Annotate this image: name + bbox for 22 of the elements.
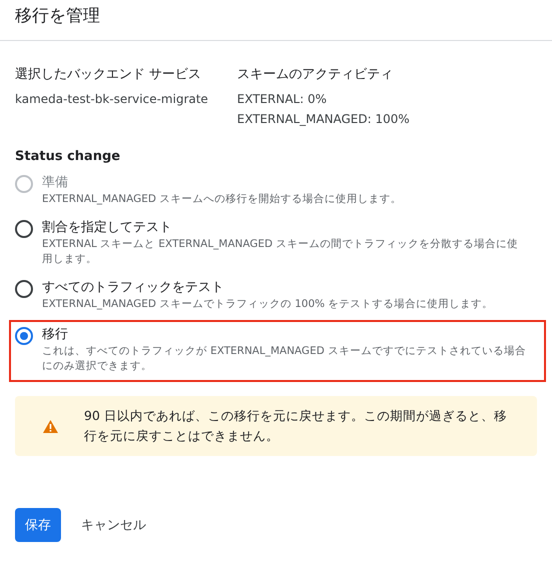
option-description: EXTERNAL_MANAGED スキームへの移行を開始する場合に使用します。: [42, 192, 402, 207]
column-value: kameda-test-bk-service-migrate: [15, 91, 208, 108]
option-label: 移行: [42, 326, 68, 344]
radio-button[interactable]: [15, 280, 33, 298]
warning-text: 90 日以内であれば、この移行を元に戻せます。この期間が過ぎると、移行を元に戻すことはできません。: [84, 407, 508, 445]
radio-button[interactable]: [15, 220, 33, 238]
option-description: EXTERNAL スキームと EXTERNAL_MANAGED スキームの間でトラフィックを分散する場合に使用します。: [42, 237, 519, 267]
section-label: Status change: [15, 149, 120, 164]
warning-icon: [43, 420, 58, 432]
radio-button[interactable]: [15, 327, 33, 345]
option-label: すべてのトラフィックをテスト: [42, 279, 224, 297]
option-label: 割合を指定してテスト: [42, 219, 172, 237]
cancel-button[interactable]: キャンセル: [71, 508, 156, 542]
column-heading: 選択したバックエンド サービス: [15, 66, 202, 83]
dialog-title: 移行を管理: [15, 5, 100, 27]
column-value: EXTERNAL_MANAGED: 100%: [237, 111, 410, 128]
column-heading: スキームのアクティビティ: [237, 66, 394, 83]
column-value: EXTERNAL: 0%: [237, 91, 327, 108]
option-description: これは、すべてのトラフィックが EXTERNAL_MANAGED スキームですでにテストされている場合にのみ選択できます。: [42, 344, 526, 374]
option-label: 準備: [42, 174, 68, 192]
save-button[interactable]: 保存: [15, 508, 61, 542]
option-description: EXTERNAL_MANAGED スキームでトラフィックの 100% をテストする場合に使用します。: [42, 297, 494, 312]
